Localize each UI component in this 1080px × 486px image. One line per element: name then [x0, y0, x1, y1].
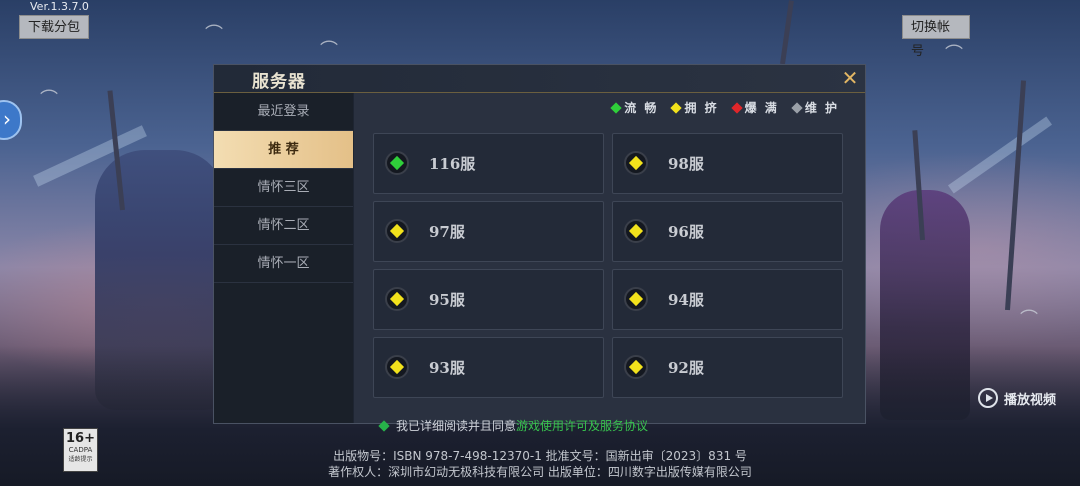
status-legend: 流 畅拥 挤爆 满维 护	[610, 99, 839, 116]
server-name: 95服	[429, 291, 465, 309]
sidebar-item-label: 情怀三区	[257, 180, 310, 195]
legend-label: 维 护	[804, 101, 839, 115]
status-diamond-icon	[628, 223, 644, 239]
server-name: 94服	[668, 291, 704, 309]
status-diamond-icon	[389, 291, 405, 307]
play-icon	[978, 388, 998, 408]
server-name: 98服	[668, 155, 704, 173]
publication-info: 出版物号：ISBN 978-7-498-12370-1 批准文号：国新出审〔20…	[333, 449, 747, 463]
server-card[interactable]: 92服	[612, 337, 843, 398]
sidebar-item-recent-login[interactable]: 最近登录	[214, 93, 353, 131]
server-card[interactable]: 116服	[373, 133, 604, 194]
dialog-title: 服务器	[252, 72, 306, 92]
server-name: 97服	[429, 223, 465, 241]
legend-label: 爆 满	[744, 101, 779, 115]
sidebar-item-label: 最近登录	[257, 104, 310, 119]
status-diamond-icon	[628, 359, 644, 375]
sidebar-item-zone-1[interactable]: 情怀一区	[214, 245, 353, 283]
agreement-text: 我已详细阅读并且同意	[396, 419, 517, 433]
close-icon[interactable]: ✕	[841, 68, 859, 88]
status-diamond-icon	[389, 359, 405, 375]
server-status-icon	[624, 151, 648, 175]
legend-label: 流 畅	[624, 101, 659, 115]
agreement-link[interactable]: 游戏使用许可及服务协议	[516, 419, 648, 433]
server-dialog: 服务器 ✕ 最近登录 推 荐 情怀三区 情怀二区 情怀一区 流 畅 拥 挤 爆 满 维…	[213, 64, 866, 424]
download-package-button[interactable]: 下载分包	[19, 15, 89, 39]
server-list-panel: 流 畅 拥 挤 爆 满 维 护 116服 98服 97服 96服 95服 94服 93服 92服	[354, 93, 865, 423]
server-card[interactable]: 98服	[612, 133, 843, 194]
age-rating-org: CADPA	[68, 446, 93, 454]
server-status-icon	[385, 355, 409, 379]
server-card[interactable]: 94服	[612, 269, 843, 330]
server-zone-sidebar: 最近登录 推 荐 情怀三区 情怀二区 情怀一区	[214, 93, 353, 423]
server-card[interactable]: 97服	[373, 201, 604, 262]
age-rating-value: 16+	[66, 431, 95, 446]
sidebar-item-recommended[interactable]: 推 荐	[214, 131, 353, 169]
dialog-header: 服务器 ✕	[214, 65, 865, 93]
age-rating-tip: 适龄提示	[68, 456, 93, 463]
sidebar-item-zone-2[interactable]: 情怀二区	[214, 207, 353, 245]
sidebar-item-label: 推 荐	[268, 142, 299, 157]
server-name: 96服	[668, 223, 704, 241]
status-diamond-icon	[670, 101, 683, 114]
server-status-icon	[385, 287, 409, 311]
status-diamond-icon	[791, 101, 803, 114]
status-diamond-icon	[389, 223, 405, 239]
server-card[interactable]: 96服	[612, 201, 843, 262]
server-name: 93服	[429, 359, 465, 377]
copyright-info: 著作权人：深圳市幻动无极科技有限公司 出版单位：四川数字出版传媒有限公司	[328, 465, 752, 479]
legend-item: 维 护	[791, 99, 839, 116]
legend-item: 爆 满	[730, 99, 779, 116]
server-status-icon	[624, 219, 648, 243]
sidebar-item-label: 情怀二区	[257, 218, 310, 233]
bird-icon: ⌒	[1020, 309, 1038, 330]
status-diamond-icon	[730, 101, 743, 114]
server-status-icon	[624, 287, 648, 311]
status-diamond-icon	[628, 291, 644, 307]
bird-icon: ⌒	[945, 44, 963, 65]
server-card[interactable]: 93服	[373, 337, 604, 398]
server-status-icon	[385, 151, 409, 175]
server-grid: 116服 98服 97服 96服 95服 94服 93服 92服	[373, 133, 844, 398]
status-diamond-icon	[389, 155, 405, 171]
server-name: 116服	[429, 155, 476, 173]
version-label: Ver.1.3.7.0	[30, 0, 89, 13]
switch-account-button[interactable]: 切换帐号	[902, 15, 970, 59]
play-video-button[interactable]: 播放视频	[978, 388, 1056, 408]
legend-item: 流 畅	[610, 99, 659, 116]
bird-icon: ⌒	[205, 24, 223, 45]
legend-item: 拥 挤	[670, 99, 719, 116]
bird-icon: ⌒	[320, 40, 338, 61]
status-diamond-icon	[628, 155, 644, 171]
play-video-label: 播放视频	[1004, 392, 1057, 408]
sidebar-item-zone-3[interactable]: 情怀三区	[214, 169, 353, 207]
server-status-icon	[385, 219, 409, 243]
server-name: 92服	[668, 359, 704, 377]
agreement-row[interactable]: 我已详细阅读并且同意游戏使用许可及服务协议	[378, 417, 648, 434]
bird-icon: ⌒	[40, 89, 58, 110]
server-status-icon	[624, 355, 648, 379]
sidebar-item-label: 情怀一区	[257, 256, 310, 271]
age-rating-badge: 16+ CADPA 适龄提示	[63, 428, 98, 472]
server-card[interactable]: 95服	[373, 269, 604, 330]
status-diamond-icon	[610, 101, 622, 114]
chevron-right-icon: ›	[3, 107, 11, 131]
legend-label: 拥 挤	[684, 101, 719, 115]
checkbox-checked-icon[interactable]	[378, 420, 390, 432]
